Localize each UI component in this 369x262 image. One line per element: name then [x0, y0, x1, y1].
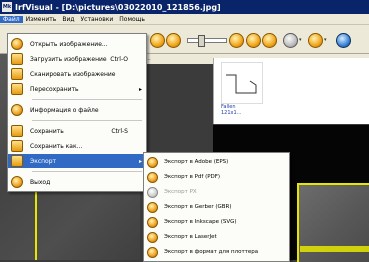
export-icon [147, 201, 158, 213]
chevron-down-icon[interactable]: ▾ [299, 37, 302, 43]
thumbnail-caption-line2: 121x1... [221, 110, 242, 116]
export-item-label: Экспорт в формат для плоттера [164, 249, 259, 255]
menu-view[interactable]: Вид [59, 16, 77, 23]
menu-file[interactable]: Файл [0, 15, 23, 23]
export-px: Экспорт PX [144, 185, 289, 199]
export-item-label: Экспорт в LaserJet [164, 234, 217, 240]
menu-item-scan[interactable]: Сканировать изображение [8, 67, 146, 81]
submenu-arrow-icon: ▸ [138, 157, 142, 165]
menu-item-label: Открыть изображение... [30, 40, 108, 48]
menu-item-resave[interactable]: Пересохранить ▸ [8, 82, 146, 96]
save-icon [11, 125, 23, 137]
edge-highlight-bottom [300, 246, 369, 252]
zoom-in-icon[interactable] [246, 33, 261, 48]
export-icon [147, 246, 158, 258]
save-as-icon [11, 140, 23, 152]
submenu-arrow-icon: ▸ [138, 85, 142, 93]
menu-separator [32, 120, 142, 121]
export-eps[interactable]: Экспорт в Adobe (EPS) [144, 155, 289, 169]
export-gerber[interactable]: Экспорт в Gerber (GBR) [144, 200, 289, 214]
export-item-label: Экспорт в Pdf (PDF) [164, 174, 221, 180]
export-item-label: Экспорт в Gerber (GBR) [164, 204, 232, 210]
menu-item-shortcut: Ctrl-O [110, 55, 128, 63]
export-icon [147, 171, 158, 183]
export-laserjet[interactable]: Экспорт в LaserJet [144, 230, 289, 244]
export-icon [147, 186, 158, 198]
zoom-slider[interactable] [187, 35, 227, 47]
export-item-label: Экспорт в Inkscape (SVG) [164, 219, 237, 225]
open-icon[interactable] [150, 33, 165, 48]
exit-icon [11, 176, 23, 188]
menu-item-label: Выход [30, 178, 51, 186]
menu-item-exit[interactable]: Выход [8, 175, 146, 189]
info-icon [11, 104, 23, 116]
menu-item-open[interactable]: Открыть изображение... [8, 37, 146, 51]
thumbnail-image[interactable] [221, 62, 263, 104]
menu-separator [32, 171, 142, 172]
app-icon: Mk [2, 2, 12, 12]
export-icon [11, 155, 23, 167]
menu-settings[interactable]: Установки [78, 16, 117, 23]
zoom-out-icon[interactable] [262, 33, 277, 48]
export-item-label: Экспорт в Adobe (EPS) [164, 159, 229, 165]
menu-separator [32, 99, 142, 100]
thumbnail-panel: Fallen 121x1... [213, 58, 369, 124]
tools-icon[interactable] [308, 33, 323, 48]
folder-icon [11, 53, 23, 65]
menu-item-export[interactable]: Экспорт ▸ [8, 154, 146, 168]
thumbnail-caption: Fallen 121x1... [221, 104, 241, 116]
menu-item-label: Сканировать изображение [30, 70, 116, 78]
menu-item-save[interactable]: Сохранить Ctrl-S [8, 124, 146, 138]
export-plotter[interactable]: Экспорт в формат для плоттера [144, 245, 289, 259]
save-icon[interactable] [166, 33, 181, 48]
open-icon [11, 38, 23, 50]
menu-item-save-as[interactable]: Сохранить как... [8, 139, 146, 153]
export-submenu: Экспорт в Adobe (EPS) Экспорт в Pdf (PDF… [143, 152, 290, 262]
export-icon [147, 231, 158, 243]
zoom-slider-thumb[interactable] [198, 35, 205, 47]
info-icon[interactable] [336, 33, 351, 48]
gear-icon[interactable] [229, 33, 244, 48]
menu-item-label: Сохранить [30, 127, 64, 135]
scanner-icon [11, 68, 23, 80]
export-svg[interactable]: Экспорт в Inkscape (SVG) [144, 215, 289, 229]
menu-item-label: Загрузить изображение [30, 55, 107, 63]
export-pdf[interactable]: Экспорт в Pdf (PDF) [144, 170, 289, 184]
menu-help[interactable]: Помощь [116, 16, 148, 23]
menu-item-file-info[interactable]: Информация о файле [8, 103, 146, 117]
resave-icon [11, 83, 23, 95]
edge-highlight [35, 189, 37, 260]
chevron-down-icon[interactable]: ▾ [324, 37, 327, 43]
export-item-label: Экспорт PX [164, 189, 197, 195]
window-title: IrfVisual - [D:\pictures\03022010_121856… [15, 2, 221, 12]
menu-item-label: Пересохранить [30, 85, 79, 93]
menu-edit[interactable]: Изменить [23, 16, 60, 23]
menu-item-load[interactable]: Загрузить изображение Ctrl-O [8, 52, 146, 66]
menu-item-label: Сохранить как... [30, 142, 83, 150]
menu-bar: Файл Изменить Вид Установки Помощь [0, 14, 369, 25]
menu-item-shortcut: Ctrl-S [111, 127, 128, 135]
menu-item-label: Экспорт [30, 157, 57, 165]
file-menu: Открыть изображение... Загрузить изображ… [7, 33, 147, 192]
menu-item-label: Информация о файле [30, 106, 99, 114]
title-bar: Mk IrfVisual - [D:\pictures\03022010_121… [0, 0, 369, 14]
print-icon[interactable] [283, 33, 298, 48]
export-icon [147, 216, 158, 228]
export-icon [147, 156, 158, 168]
